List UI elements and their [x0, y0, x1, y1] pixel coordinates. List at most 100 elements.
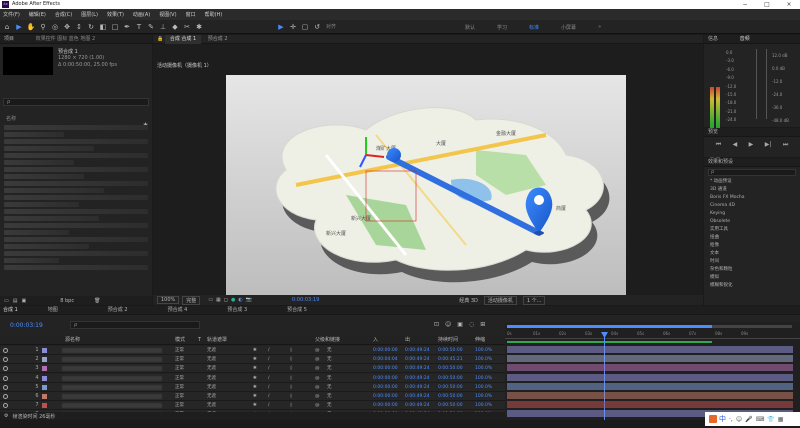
home-icon[interactable]: ⌂: [2, 22, 12, 32]
list-item[interactable]: [4, 258, 59, 263]
rotate-tool-icon[interactable]: ↻: [86, 22, 96, 32]
preset-category[interactable]: 扭曲: [704, 234, 800, 242]
layer-stretch[interactable]: 100.0%: [475, 346, 492, 355]
dolly-tool-icon[interactable]: ↕: [74, 22, 84, 32]
menu-edit[interactable]: 编辑(E): [29, 11, 46, 18]
eraser-tool-icon[interactable]: ◆: [170, 22, 180, 32]
timeline-tab-comp-1[interactable]: 合成 1: [3, 306, 18, 314]
layer-parent[interactable]: 无: [327, 401, 332, 410]
new-comp-icon[interactable]: ▣: [21, 298, 26, 304]
microphone-icon[interactable]: 🎤: [745, 416, 752, 423]
brush-tool-icon[interactable]: ✎: [146, 22, 156, 32]
last-frame-icon[interactable]: ⏭: [783, 141, 788, 149]
minimize-button[interactable]: −: [734, 0, 756, 9]
layer-track-matte[interactable]: 无遮: [207, 374, 216, 383]
graph-editor-icon[interactable]: ⊞: [480, 321, 485, 328]
list-item[interactable]: [4, 125, 148, 130]
timeline-tab-precomp-5[interactable]: 预合成 5: [287, 306, 307, 314]
tab-precomp-2[interactable]: 预合成 2: [203, 35, 233, 44]
layer-mode[interactable]: 正常: [175, 355, 184, 364]
layer-out-point[interactable]: 0:00:49:24: [405, 355, 430, 364]
layer-duration[interactable]: 0:00:50:00: [438, 364, 463, 373]
label-color-swatch[interactable]: [42, 384, 47, 390]
layer-track-matte[interactable]: 无遮: [207, 346, 216, 355]
layer-duration[interactable]: 0:00:50:00: [438, 401, 463, 410]
layer-3d-switch-icon[interactable]: ◊: [290, 392, 292, 401]
layer-out-point[interactable]: 0:00:49:24: [405, 364, 430, 373]
timeline-tab-precomp-4[interactable]: 预合成 4: [168, 306, 188, 314]
list-item[interactable]: [4, 216, 99, 221]
layer-parent-pickwhip-icon[interactable]: @: [315, 374, 320, 383]
preset-category[interactable]: 杂色和颗粒: [704, 266, 800, 274]
layer-3d-switch-icon[interactable]: ◊: [290, 346, 292, 355]
layer-name-redacted[interactable]: [62, 384, 162, 390]
selection-tool-icon[interactable]: ▶: [14, 22, 24, 32]
menu-file[interactable]: 文件(F): [3, 11, 20, 18]
layer-parent[interactable]: 无: [327, 383, 332, 392]
tab-info[interactable]: 信息: [708, 36, 718, 42]
layer-duration[interactable]: 0:00:45:21: [438, 355, 463, 364]
resolution-select[interactable]: 完整: [182, 295, 201, 305]
list-item[interactable]: [4, 139, 148, 144]
label-color-swatch[interactable]: [42, 348, 47, 353]
timeline-tab-map[interactable]: 地图: [48, 306, 58, 314]
layer-stretch[interactable]: 100.0%: [475, 364, 492, 373]
layer-out-point[interactable]: 0:00:49:24: [405, 346, 430, 355]
timeline-timecode[interactable]: 0:00:03:19: [10, 322, 43, 329]
layer-in-point[interactable]: 0:00:00:00: [373, 374, 398, 383]
list-item[interactable]: [4, 251, 148, 256]
layer-fx-switch-icon[interactable]: ✱: [253, 346, 257, 355]
layer-parent-pickwhip-icon[interactable]: @: [315, 392, 320, 401]
play-icon[interactable]: ▶: [749, 141, 754, 149]
color-channel-icon[interactable]: ●: [231, 297, 235, 303]
layer-in-point[interactable]: 0:00:04:04: [373, 355, 398, 364]
stamp-tool-icon[interactable]: ⊥: [158, 22, 168, 32]
layer-quality-switch-icon[interactable]: /: [268, 364, 270, 373]
emoji-icon[interactable]: ☺: [736, 416, 742, 423]
layer-track-matte[interactable]: 无遮: [207, 355, 216, 364]
new-folder-icon[interactable]: ▤: [13, 298, 18, 304]
layer-3d-switch-icon[interactable]: ◊: [290, 364, 292, 373]
axis-move-icon[interactable]: ✛: [288, 22, 298, 32]
table-row[interactable]: 4 正常 无遮 ✱ / ◊ @ 无 0:00:00:00 0:00:49:24 …: [0, 373, 505, 383]
motion-blur-icon[interactable]: ◌: [469, 321, 474, 328]
list-item[interactable]: [4, 181, 148, 186]
audio-fader-left[interactable]: [756, 49, 757, 119]
layer-parent-pickwhip-icon[interactable]: @: [315, 364, 320, 373]
list-item[interactable]: [4, 188, 104, 193]
ime-logo-icon[interactable]: [709, 415, 717, 423]
menu-animation[interactable]: 动画(A): [133, 11, 150, 18]
list-item[interactable]: [4, 230, 69, 235]
workspace-standard[interactable]: 标准: [529, 24, 539, 31]
camera-select[interactable]: 活动摄像机: [483, 295, 517, 305]
workspace-more-icon[interactable]: »: [598, 24, 601, 30]
label-color-swatch[interactable]: [42, 375, 47, 381]
layer-parent[interactable]: 无: [327, 364, 332, 373]
zoom-tool-icon[interactable]: ⚲: [38, 22, 48, 32]
delete-icon[interactable]: 🗑: [94, 298, 100, 304]
layer-mode[interactable]: 正常: [175, 374, 184, 383]
layer-fx-switch-icon[interactable]: ✱: [253, 374, 257, 383]
snapshot-icon[interactable]: 📷: [246, 297, 252, 303]
visibility-eye-icon[interactable]: [3, 403, 8, 409]
layer-duration[interactable]: 0:00:50:00: [438, 392, 463, 401]
list-item[interactable]: [4, 195, 148, 200]
visibility-eye-icon[interactable]: [3, 394, 8, 399]
layer-mode[interactable]: 正常: [175, 392, 184, 401]
audio-fader-right[interactable]: [766, 49, 767, 119]
list-item[interactable]: [4, 153, 148, 158]
list-item[interactable]: [4, 244, 89, 249]
label-color-swatch[interactable]: [42, 403, 47, 409]
menu-window[interactable]: 窗口: [186, 11, 196, 18]
tab-comp-1[interactable]: 合成 合成 1: [164, 35, 202, 44]
layer-quality-switch-icon[interactable]: /: [268, 355, 270, 364]
type-tool-icon[interactable]: T: [134, 22, 144, 32]
label-color-swatch[interactable]: [42, 357, 47, 363]
layer-stretch[interactable]: 100.0%: [475, 355, 492, 364]
lock-icon[interactable]: 🔒: [157, 36, 163, 42]
list-item[interactable]: [4, 167, 148, 172]
label-color-swatch[interactable]: [42, 366, 47, 372]
layer-name-redacted[interactable]: [62, 357, 162, 363]
layer-mode[interactable]: 正常: [175, 364, 184, 373]
hand-tool-icon[interactable]: ✋: [26, 22, 36, 32]
